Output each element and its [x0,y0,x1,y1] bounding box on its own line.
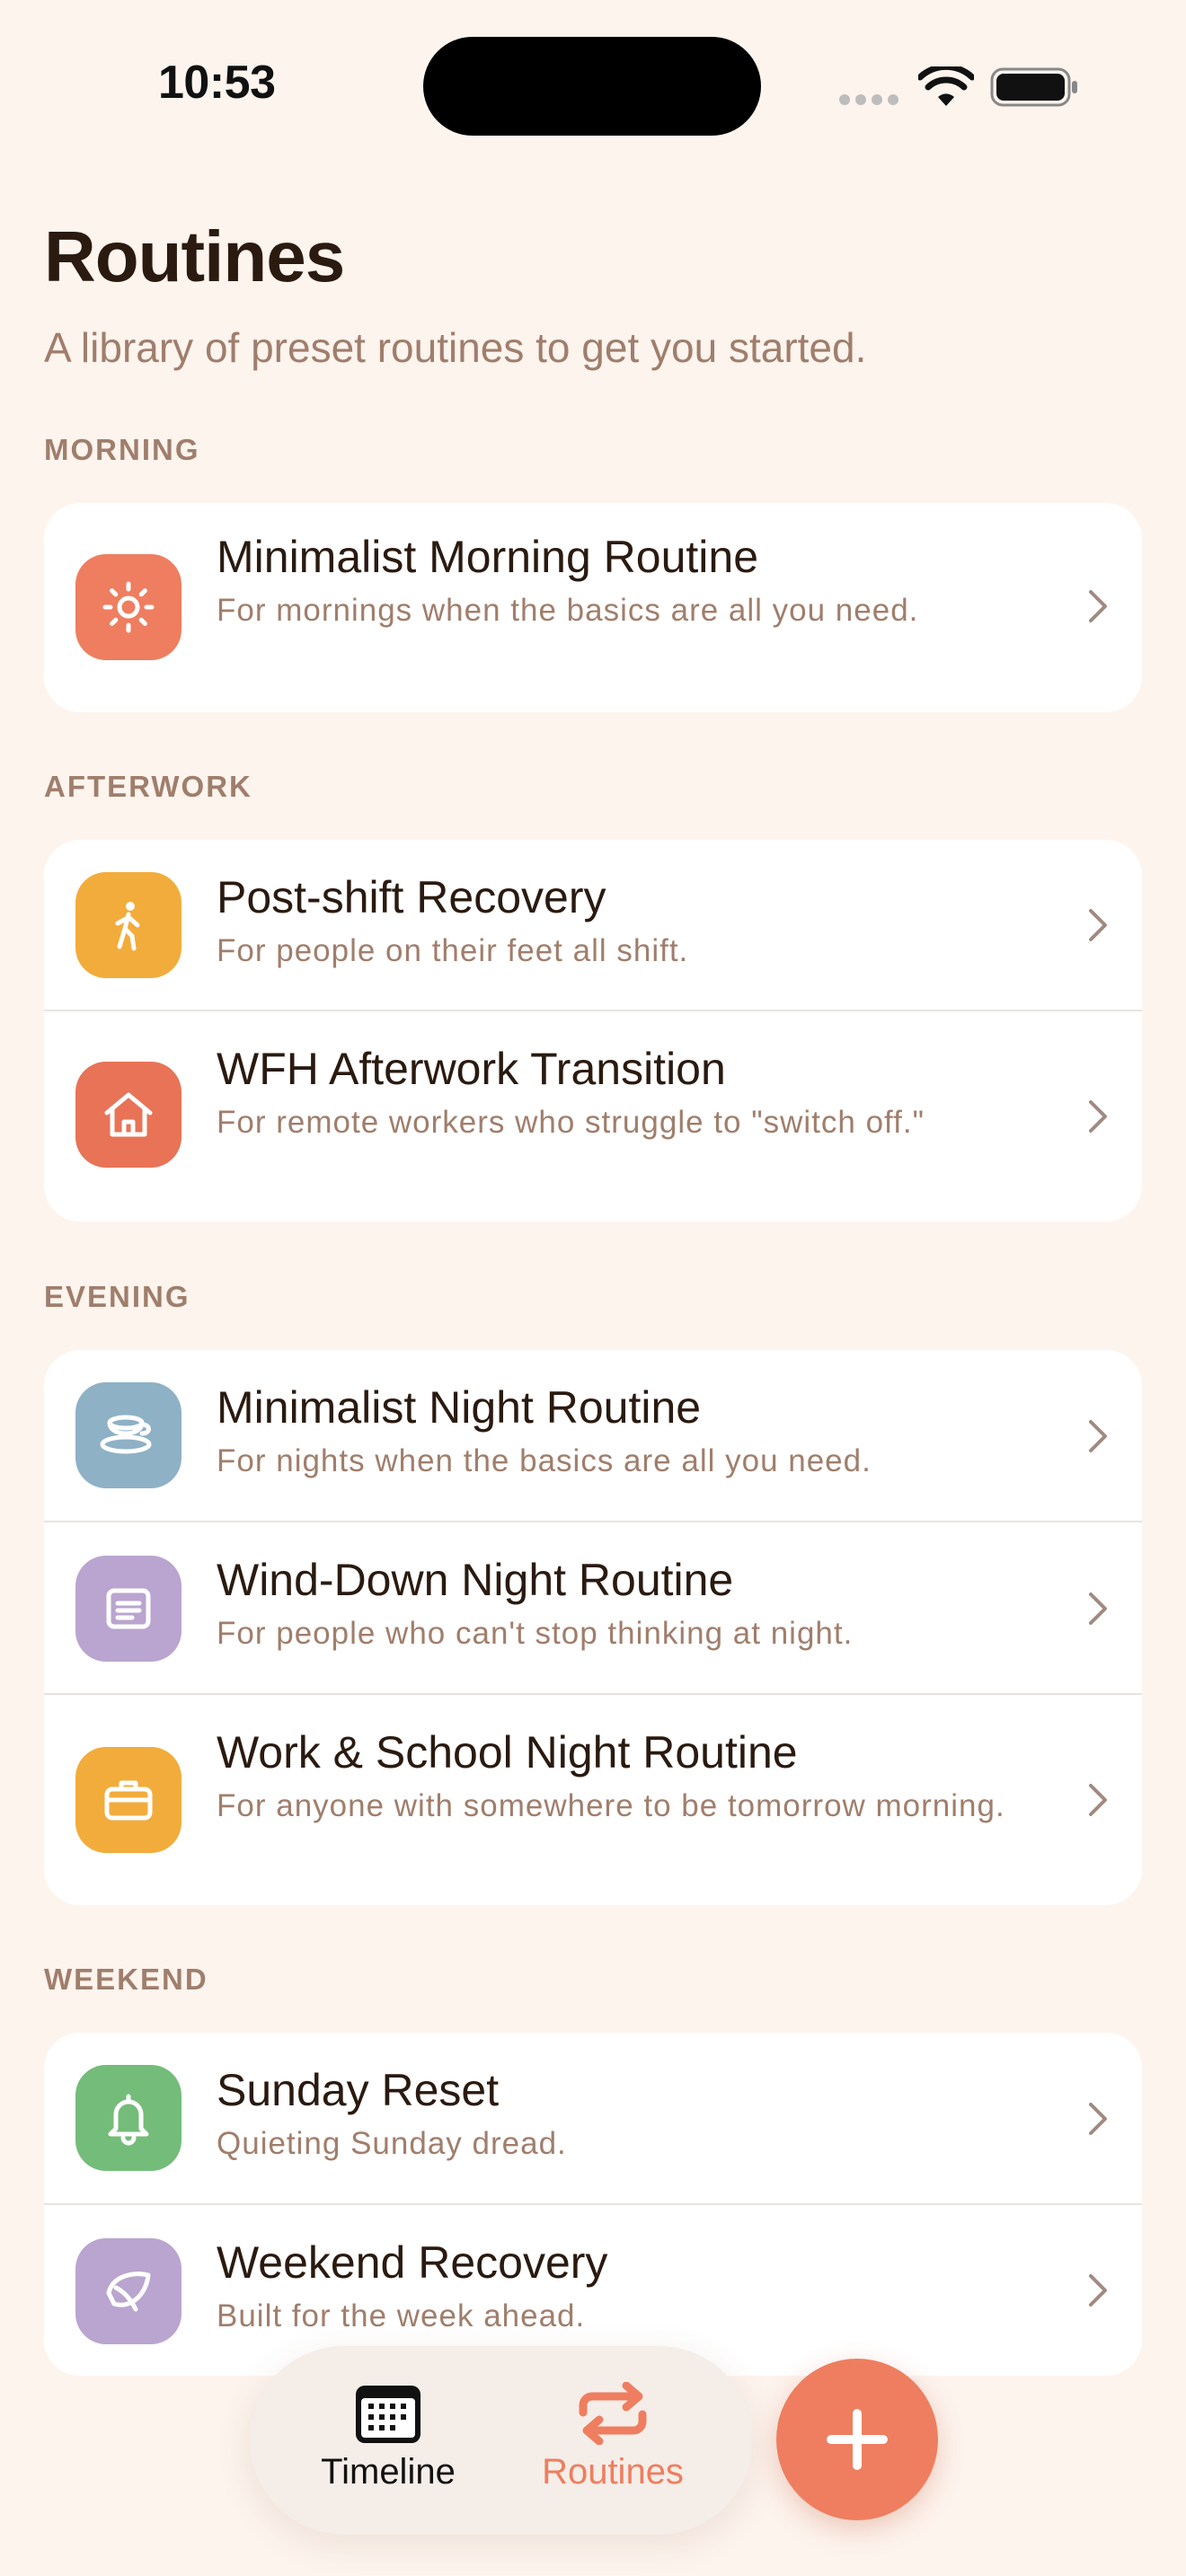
routine-card-morning: Minimalist Morning Routine For mornings … [44,503,1142,712]
routine-title: Weekend Recovery [217,2237,608,2288]
routine-description: For nights when the basics are all you n… [217,1443,872,1478]
dynamic-island [423,37,761,136]
tab-routines[interactable]: Routines [505,2346,721,2535]
routine-row[interactable]: WFH Afterwork Transition For remote work… [44,1011,1142,1222]
add-routine-button[interactable] [776,2359,938,2520]
repeat-icon [579,2382,647,2445]
page-subtitle: A library of preset routines to get you … [44,324,867,371]
section-label-evening: EVENING [44,1280,190,1313]
routine-card-evening: Minimalist Night Routine For nights when… [44,1350,1142,1905]
tab-bar: Timeline Routines [250,2346,753,2535]
teacup-icon [75,1382,181,1488]
routine-row[interactable]: Minimalist Night Routine For nights when… [44,1350,1142,1522]
chevron-right-icon [1089,1100,1107,1133]
calendar-icon [356,2386,420,2443]
briefcase-icon [75,1747,181,1853]
page-title: Routines [44,216,345,296]
plus-icon [827,2409,888,2470]
section-label-weekend: WEEKEND [44,1963,208,1996]
section-label-morning: MORNING [44,433,200,466]
routine-row[interactable]: Sunday Reset Quieting Sunday dread. [44,2033,1142,2205]
routine-row[interactable]: Minimalist Morning Routine For mornings … [44,503,1142,712]
house-icon [75,1062,181,1168]
routine-description: For mornings when the basics are all you… [217,593,919,628]
chevron-right-icon [1089,909,1107,941]
chevron-right-icon [1089,2103,1107,2135]
routine-title: Post-shift Recovery [217,872,606,922]
section-label-afterwork: AFTERWORK [44,770,252,803]
tab-label: Routines [542,2452,684,2492]
routine-description: Built for the week ahead. [217,2298,586,2333]
routine-title: Minimalist Morning Routine [217,532,759,582]
routine-title: WFH Afterwork Transition [217,1044,726,1094]
chevron-right-icon [1089,1592,1107,1625]
chevron-right-icon [1089,2274,1107,2307]
routine-title: Wind-Down Night Routine [217,1555,734,1605]
routine-description: For remote workers who struggle to "swit… [217,1105,925,1140]
routine-row[interactable]: Work & School Night Routine For anyone w… [44,1695,1142,1905]
wifi-icon [918,66,974,106]
routine-title: Sunday Reset [217,2065,500,2115]
notepad-icon [75,1556,181,1662]
chevron-right-icon [1089,1784,1107,1816]
routine-description: For people who can't stop thinking at ni… [217,1616,854,1651]
routine-description: For anyone with somewhere to be tomorrow… [217,1788,1005,1823]
routine-description: Quieting Sunday dread. [217,2126,567,2161]
routine-row[interactable]: Wind-Down Night Routine For people who c… [44,1522,1142,1695]
routine-title: Work & School Night Routine [217,1727,798,1778]
routines-screen: 10:53 Routines A library of preset routi… [0,0,1186,2576]
routine-card-afterwork: Post-shift Recovery For people on their … [44,840,1142,1222]
status-time: 10:53 [158,57,276,109]
battery-icon [990,67,1077,107]
bell-icon [75,2065,181,2171]
chevron-right-icon [1089,590,1107,622]
routine-title: Minimalist Night Routine [217,1382,702,1433]
tab-label: Timeline [321,2452,456,2492]
cellular-signal-icon [839,94,898,105]
tab-timeline[interactable]: Timeline [280,2346,496,2535]
leaf-icon [75,2238,181,2344]
chevron-right-icon [1089,1420,1107,1452]
walking-person-icon [75,872,181,978]
routine-card-weekend: Sunday Reset Quieting Sunday dread. Week… [44,2033,1142,2376]
routine-row[interactable]: Post-shift Recovery For people on their … [44,840,1142,1011]
sun-icon [75,554,181,660]
routine-description: For people on their feet all shift. [217,933,689,968]
